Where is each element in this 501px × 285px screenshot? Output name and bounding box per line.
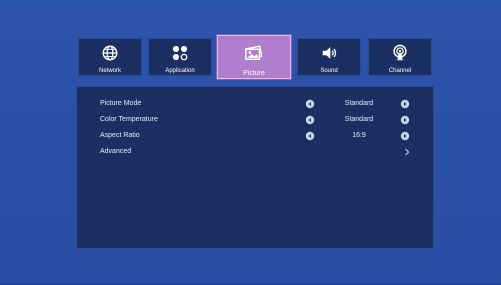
globe-icon xyxy=(102,45,118,61)
tab-channel-label: Channel xyxy=(388,68,412,74)
setting-value: Standard xyxy=(344,100,374,107)
setting-label: Picture Mode xyxy=(100,100,142,107)
tv-settings-screen: Network Application Picture Sound Channe… xyxy=(0,0,501,285)
apps-icon xyxy=(172,45,188,61)
speaker-icon xyxy=(322,47,337,59)
setting-row-advanced[interactable]: Advanced xyxy=(77,146,433,158)
picture-icon xyxy=(245,45,263,60)
setting-value: Standard xyxy=(344,116,374,123)
setting-label: Color Temperature xyxy=(100,116,158,123)
arrow-left-icon[interactable] xyxy=(305,131,315,141)
setting-row-aspect-ratio[interactable]: Aspect Ratio 16:9 xyxy=(77,130,433,142)
tab-channel[interactable]: Channel xyxy=(368,38,432,76)
setting-label: Aspect Ratio xyxy=(100,132,140,139)
setting-row-picture-mode[interactable]: Picture Mode Standard xyxy=(77,98,433,110)
tab-sound[interactable]: Sound xyxy=(297,38,361,76)
tab-network-label: Network xyxy=(98,68,121,74)
tab-picture-label: Picture xyxy=(243,70,265,77)
arrow-right-icon[interactable] xyxy=(400,131,410,141)
arrow-left-icon[interactable] xyxy=(305,115,315,125)
tab-picture[interactable]: Picture xyxy=(217,35,291,79)
tab-network[interactable]: Network xyxy=(78,38,142,76)
chevron-right-icon xyxy=(405,148,410,156)
antenna-icon xyxy=(393,44,407,61)
setting-row-color-temperature[interactable]: Color Temperature Standard xyxy=(77,114,433,126)
picture-settings-panel: Picture Mode Standard Color Temperature … xyxy=(76,86,434,249)
tab-sound-label: Sound xyxy=(320,68,338,74)
tab-application[interactable]: Application xyxy=(148,38,212,76)
arrow-left-icon[interactable] xyxy=(305,99,315,109)
tab-application-label: Application xyxy=(165,68,195,74)
arrow-right-icon[interactable] xyxy=(400,115,410,125)
setting-value: 16:9 xyxy=(352,132,366,139)
setting-label: Advanced xyxy=(100,148,132,155)
arrow-right-icon[interactable] xyxy=(400,99,410,109)
